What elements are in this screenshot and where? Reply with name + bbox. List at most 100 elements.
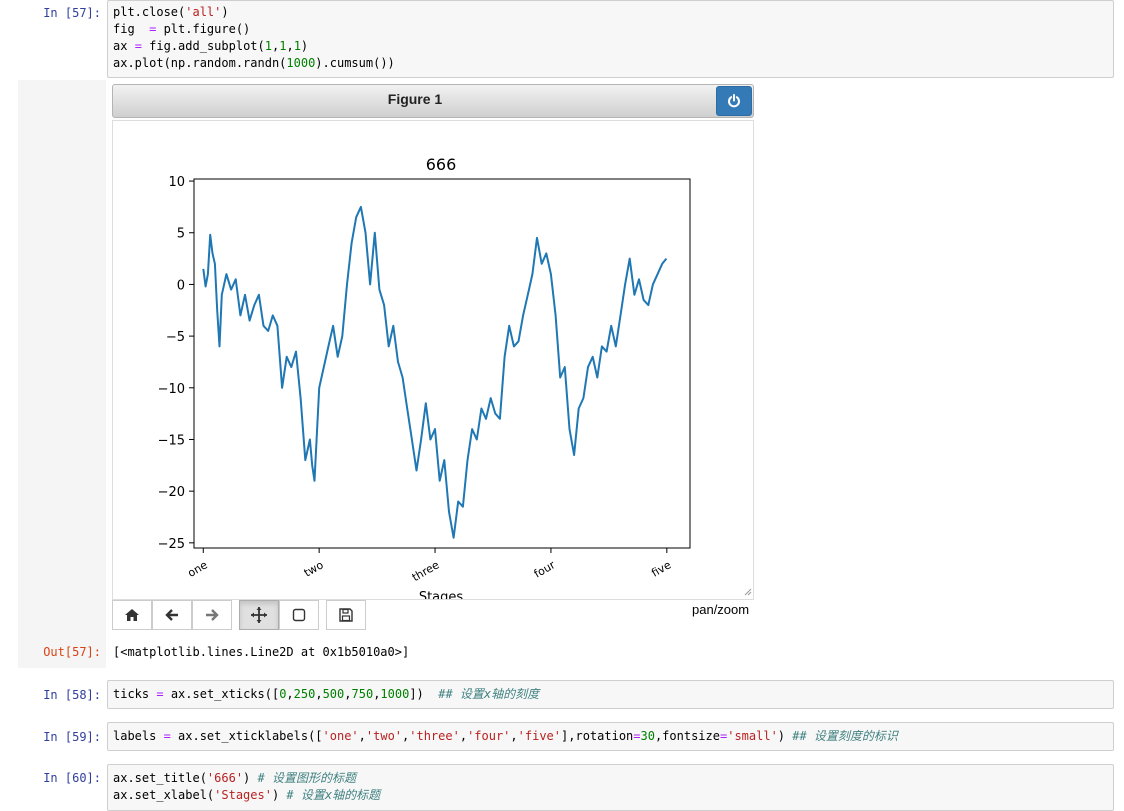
- code-token: plt.figure(): [156, 22, 251, 36]
- code-token: 1000: [380, 687, 410, 701]
- code-token: 'Stages': [214, 788, 272, 802]
- code-line: fig = plt.figure(): [113, 21, 1108, 38]
- save-button[interactable]: [326, 600, 366, 630]
- code-token: 750: [351, 687, 374, 701]
- back-button[interactable]: [152, 600, 192, 630]
- x-tick-label: four: [532, 558, 558, 581]
- code-token: =: [633, 729, 641, 743]
- y-tick-label: −20: [158, 485, 185, 500]
- code-token: 1: [264, 39, 272, 53]
- code-token: 'five': [517, 729, 562, 743]
- x-tick-label: two: [302, 558, 326, 579]
- code-line: ax.plot(np.random.randn(1000).cumsum()): [113, 55, 1108, 72]
- code-line: plt.close('all'): [113, 4, 1108, 21]
- y-tick-label: 0: [177, 278, 185, 293]
- code-token: ): [271, 788, 287, 802]
- code-line: ax.set_xlabel('Stages') # 设置x轴的标题: [113, 787, 1108, 804]
- power-icon: [728, 94, 740, 108]
- x-axis-label: Stages: [419, 590, 464, 599]
- code-token: ,: [358, 729, 366, 743]
- y-tick-label: 10: [168, 175, 185, 190]
- code-token: ax: [113, 39, 135, 53]
- code-token: 500: [322, 687, 345, 701]
- code-line: ax = fig.add_subplot(1,1,1): [113, 38, 1108, 55]
- line-chart: 666 Stages −25 −20 −15 −10 −5 0 5 10 one two three…: [158, 155, 752, 605]
- code-token: =: [134, 39, 142, 53]
- code-token: 250: [293, 687, 316, 701]
- figure-canvas[interactable]: 666 Stages −25 −20 −15 −10 −5 0 5 10 one two three…: [112, 120, 754, 605]
- zoom-rect-button[interactable]: [279, 600, 319, 630]
- toolbar-status: pan/zoom: [692, 602, 750, 617]
- cell-58-code[interactable]: ticks = ax.set_xticks([0,250,500,750,100…: [107, 680, 1114, 709]
- x-tick-label: one: [186, 558, 210, 580]
- code-token: fig: [113, 22, 150, 36]
- code-token: ax.set_xlabel(: [113, 788, 215, 802]
- cell-59-code[interactable]: labels = ax.set_xticklabels(['one','two'…: [107, 722, 1114, 751]
- code-line: ax.set_title('666') # 设置图形的标题: [113, 770, 1108, 787]
- code-token: ,: [286, 39, 294, 53]
- y-tick-label: −15: [158, 433, 185, 448]
- output-prompt: Out[57]:: [43, 645, 101, 659]
- save-icon: [339, 608, 353, 622]
- code-token: =: [156, 687, 164, 701]
- code-token: ax.plot(np.random.randn(: [113, 56, 287, 70]
- cell-60-code[interactable]: ax.set_title('666') # 设置图形的标题 ax.set_xlab…: [107, 764, 1114, 811]
- back-arrow-icon: [165, 609, 178, 621]
- figure-header: Figure 1: [112, 84, 754, 118]
- code-token: ,: [510, 729, 518, 743]
- code-line: labels = ax.set_xticklabels(['one','two'…: [113, 728, 1108, 745]
- x-tick-label: five: [649, 558, 673, 579]
- output-text: [<matplotlib.lines.Line2D at 0x1b5010a0>…: [113, 645, 410, 659]
- code-token: 1000: [286, 56, 316, 70]
- code-token: 'three': [409, 729, 460, 743]
- code-token: 'all': [185, 5, 222, 19]
- code-token: 30: [640, 729, 655, 743]
- cell-58-prompt: In [58]:: [43, 688, 101, 702]
- cell-60-prompt: In [60]:: [43, 771, 101, 785]
- code-token: ,: [315, 687, 323, 701]
- y-tick-label: −10: [158, 382, 185, 397]
- code-line: ticks = ax.set_xticks([0,250,500,750,100…: [113, 686, 1108, 703]
- code-token: plt.close(: [113, 5, 186, 19]
- code-token: labels: [113, 729, 164, 743]
- code-token: # 设置x轴的标题: [286, 788, 381, 802]
- code-token: ,: [286, 687, 294, 701]
- code-token: ): [221, 5, 229, 19]
- x-tick-label: three: [410, 558, 442, 584]
- move-icon: [251, 607, 267, 623]
- pan-zoom-button[interactable]: [239, 600, 279, 630]
- code-token: ,: [344, 687, 352, 701]
- code-token: ],rotation: [561, 729, 634, 743]
- code-token: 'one': [322, 729, 359, 743]
- code-token: 'small': [727, 729, 778, 743]
- forward-button[interactable]: [192, 600, 232, 630]
- code-token: ): [300, 39, 309, 53]
- resize-handle-icon[interactable]: [744, 588, 752, 596]
- cell-57-prompt: In [57]:: [43, 6, 101, 20]
- code-token: ,: [459, 729, 468, 743]
- code-token: 'two': [365, 729, 403, 743]
- y-tick-label: 5: [177, 227, 185, 242]
- code-token: ax.set_xticklabels([: [170, 729, 323, 743]
- home-button[interactable]: [112, 600, 152, 630]
- output-prompt-area: [18, 80, 106, 668]
- code-token: ax.set_title(: [113, 771, 207, 785]
- y-tick-label: −5: [166, 330, 185, 345]
- chart-title: 666: [426, 155, 457, 174]
- code-token: 1: [293, 39, 301, 53]
- code-token: =: [163, 729, 171, 743]
- code-token: 'four': [467, 729, 511, 743]
- home-icon: [125, 609, 139, 621]
- cell-57-code[interactable]: plt.close('all') fig = plt.figure() ax = f…: [107, 0, 1114, 78]
- zoom-rect-icon: [292, 608, 306, 622]
- code-token: ]): [409, 687, 439, 701]
- code-token: ## 设置刻度的标识: [792, 729, 898, 743]
- code-token: '666': [206, 771, 244, 785]
- plot-frame: [193, 178, 691, 549]
- close-figure-button[interactable]: [716, 86, 752, 116]
- y-tick-label: −25: [158, 537, 185, 552]
- code-token: ticks: [113, 687, 157, 701]
- figure-title: Figure 1: [387, 91, 443, 107]
- code-token: # 设置图形的标题: [257, 771, 356, 785]
- code-token: ,fontsize: [654, 729, 720, 743]
